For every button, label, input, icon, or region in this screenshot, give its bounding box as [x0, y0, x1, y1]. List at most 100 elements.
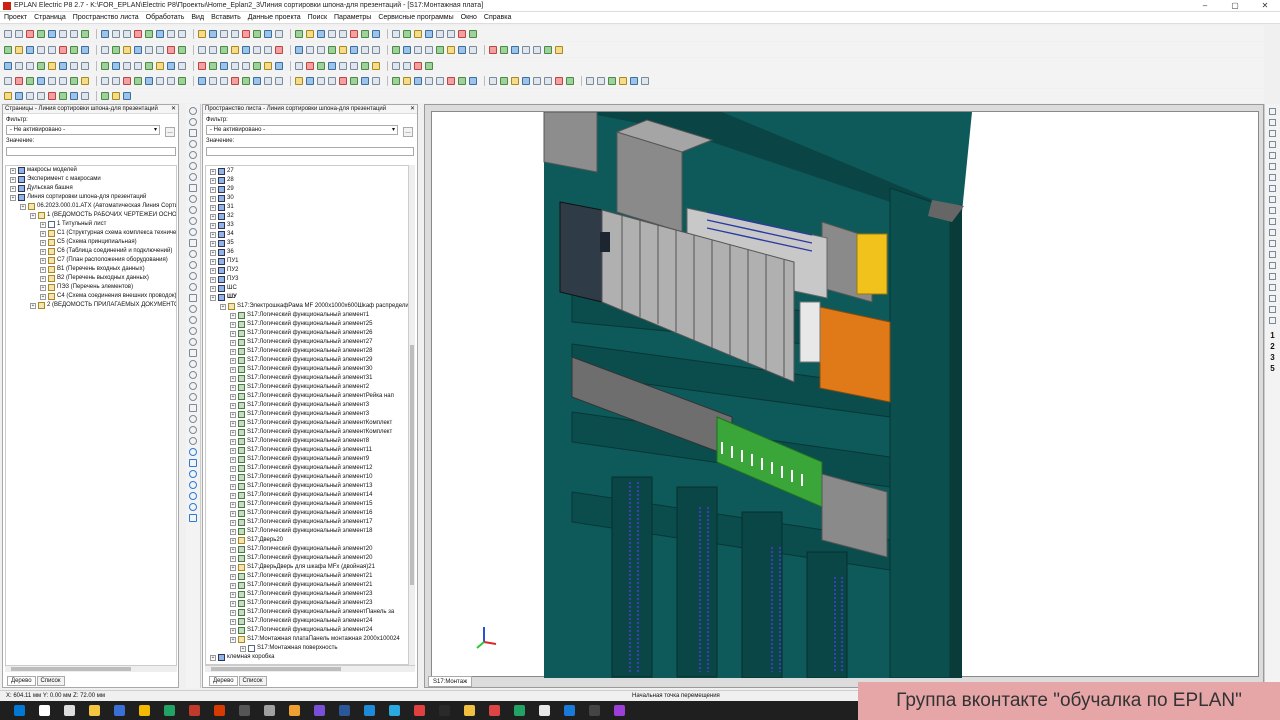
toolbar-button-icon[interactable]	[123, 61, 131, 70]
toolbar-button-icon[interactable]	[15, 76, 23, 85]
draw-tool-icon[interactable]	[189, 349, 197, 357]
toolbar-button-icon[interactable]	[306, 61, 314, 70]
expand-icon[interactable]: +	[40, 257, 46, 264]
toolbar-button-icon[interactable]	[134, 76, 142, 85]
filter-select[interactable]: - Не активировано - ▾	[6, 125, 160, 135]
expand-icon[interactable]: +	[210, 285, 216, 292]
expand-icon[interactable]: +	[230, 609, 236, 616]
toolbar-button-icon[interactable]	[242, 45, 250, 54]
tree-node[interactable]: + С4 (Схема соединения внешних проводок)	[6, 292, 176, 301]
expand-icon[interactable]: +	[230, 375, 236, 382]
expand-icon[interactable]: +	[240, 645, 246, 652]
toolbar-button-icon[interactable]	[275, 76, 283, 85]
toolbar-button-icon[interactable]	[167, 29, 175, 38]
view-tool-icon[interactable]	[1269, 185, 1276, 192]
tree-node[interactable]: + Линия сортировки шпона-для презентаций	[6, 193, 176, 202]
taskbar-app-icon[interactable]	[39, 705, 50, 716]
toolbar-button-icon[interactable]	[112, 76, 120, 85]
taskbar-app-icon[interactable]	[614, 705, 625, 716]
toolbar-button-icon[interactable]	[15, 61, 23, 70]
toolbar-button-icon[interactable]	[392, 45, 400, 54]
view-tool-icon[interactable]	[1269, 273, 1276, 280]
expand-icon[interactable]: +	[20, 203, 26, 210]
toolbar-button-icon[interactable]	[167, 76, 175, 85]
expand-icon[interactable]: +	[230, 483, 236, 490]
toolbar-button-icon[interactable]	[597, 76, 605, 85]
toolbar-button-icon[interactable]	[372, 29, 380, 38]
expand-icon[interactable]: +	[230, 456, 236, 463]
toolbar-button-icon[interactable]	[392, 76, 400, 85]
toolbar-button-icon[interactable]	[328, 61, 336, 70]
taskbar-app-icon[interactable]	[464, 705, 475, 716]
toolbar-button-icon[interactable]	[403, 29, 411, 38]
draw-tool-icon[interactable]	[189, 118, 197, 126]
expand-icon[interactable]: +	[230, 330, 236, 337]
toolbar-button-icon[interactable]	[447, 29, 455, 38]
toolbar-button-icon[interactable]	[70, 29, 78, 38]
expand-icon[interactable]: +	[210, 276, 216, 283]
expand-icon[interactable]: +	[220, 303, 226, 310]
draw-tool-icon[interactable]	[189, 437, 197, 445]
toolbar-button-icon[interactable]	[231, 45, 239, 54]
toolbar-button-icon[interactable]	[81, 61, 89, 70]
draw-tool-icon[interactable]	[189, 360, 197, 368]
pages-hscroll[interactable]	[5, 665, 177, 672]
expand-icon[interactable]: +	[230, 537, 236, 544]
tree-node[interactable]: + S17:Логический функциональный элемент28	[206, 347, 408, 356]
expand-icon[interactable]: +	[230, 438, 236, 445]
toolbar-button-icon[interactable]	[26, 61, 34, 70]
expand-icon[interactable]: +	[230, 519, 236, 526]
menu-item[interactable]: Вид	[191, 14, 204, 21]
expand-icon[interactable]: +	[230, 429, 236, 436]
draw-tool-icon[interactable]	[189, 459, 197, 467]
toolbar-button-icon[interactable]	[70, 61, 78, 70]
tree-node[interactable]: + S17:Логический функциональный элемент14	[206, 491, 408, 500]
tree-node[interactable]: + S17:Логический функциональный элемент29	[206, 356, 408, 365]
expand-icon[interactable]: +	[210, 204, 216, 211]
taskbar-app-icon[interactable]	[589, 705, 600, 716]
draw-tool-icon[interactable]	[189, 404, 197, 412]
toolbar-button-icon[interactable]	[178, 61, 186, 70]
toolbar-button-icon[interactable]	[37, 45, 45, 54]
toolbar-button-icon[interactable]	[295, 76, 303, 85]
tree-node[interactable]: + S17:Логический функциональный элемент8	[206, 437, 408, 446]
expand-icon[interactable]: +	[230, 555, 236, 562]
view-tool-icon[interactable]	[1269, 240, 1276, 247]
expand-icon[interactable]: +	[230, 501, 236, 508]
view-tool-icon[interactable]	[1269, 130, 1276, 137]
toolbar-button-icon[interactable]	[469, 45, 477, 54]
close-icon[interactable]: ✕	[171, 105, 176, 113]
toolbar-button-icon[interactable]	[48, 61, 56, 70]
toolbar-button-icon[interactable]	[48, 76, 56, 85]
tree-node[interactable]: + ПУ1	[206, 257, 408, 266]
toolbar-button-icon[interactable]	[350, 45, 358, 54]
toolbar-button-icon[interactable]	[317, 29, 325, 38]
draw-tool-icon[interactable]	[189, 173, 197, 181]
tree-node[interactable]: + S17:Монтажная платаПанель монтажная 200…	[206, 635, 408, 644]
expand-icon[interactable]: +	[10, 176, 16, 183]
3d-viewport[interactable]	[424, 104, 1264, 688]
draw-tool-icon[interactable]	[189, 338, 197, 346]
tree-node[interactable]: + S17:Логический функциональный элемент27	[206, 338, 408, 347]
toolbar-button-icon[interactable]	[275, 61, 283, 70]
panel-tab[interactable]: Дерево	[7, 676, 36, 686]
draw-tool-icon[interactable]	[189, 107, 197, 115]
expand-icon[interactable]: +	[10, 167, 16, 174]
view-tool-icon[interactable]	[1269, 108, 1276, 115]
toolbar-button-icon[interactable]	[198, 76, 206, 85]
draw-tool-icon[interactable]	[189, 305, 197, 313]
toolbar-button-icon[interactable]	[425, 29, 433, 38]
toolbar-button-icon[interactable]	[178, 76, 186, 85]
expand-icon[interactable]: +	[210, 267, 216, 274]
toolbar-button-icon[interactable]	[361, 29, 369, 38]
expand-icon[interactable]: +	[40, 266, 46, 273]
toolbar-button-icon[interactable]	[328, 45, 336, 54]
toolbar-button-icon[interactable]	[511, 45, 519, 54]
draw-tool-icon[interactable]	[189, 514, 197, 522]
toolbar-button-icon[interactable]	[253, 29, 261, 38]
toolbar-button-icon[interactable]	[436, 45, 444, 54]
expand-icon[interactable]: +	[230, 600, 236, 607]
panel-tab[interactable]: Список	[238, 676, 267, 686]
tree-node[interactable]: + S17:Логический функциональный элементРе…	[206, 392, 408, 401]
toolbar-button-icon[interactable]	[339, 45, 347, 54]
